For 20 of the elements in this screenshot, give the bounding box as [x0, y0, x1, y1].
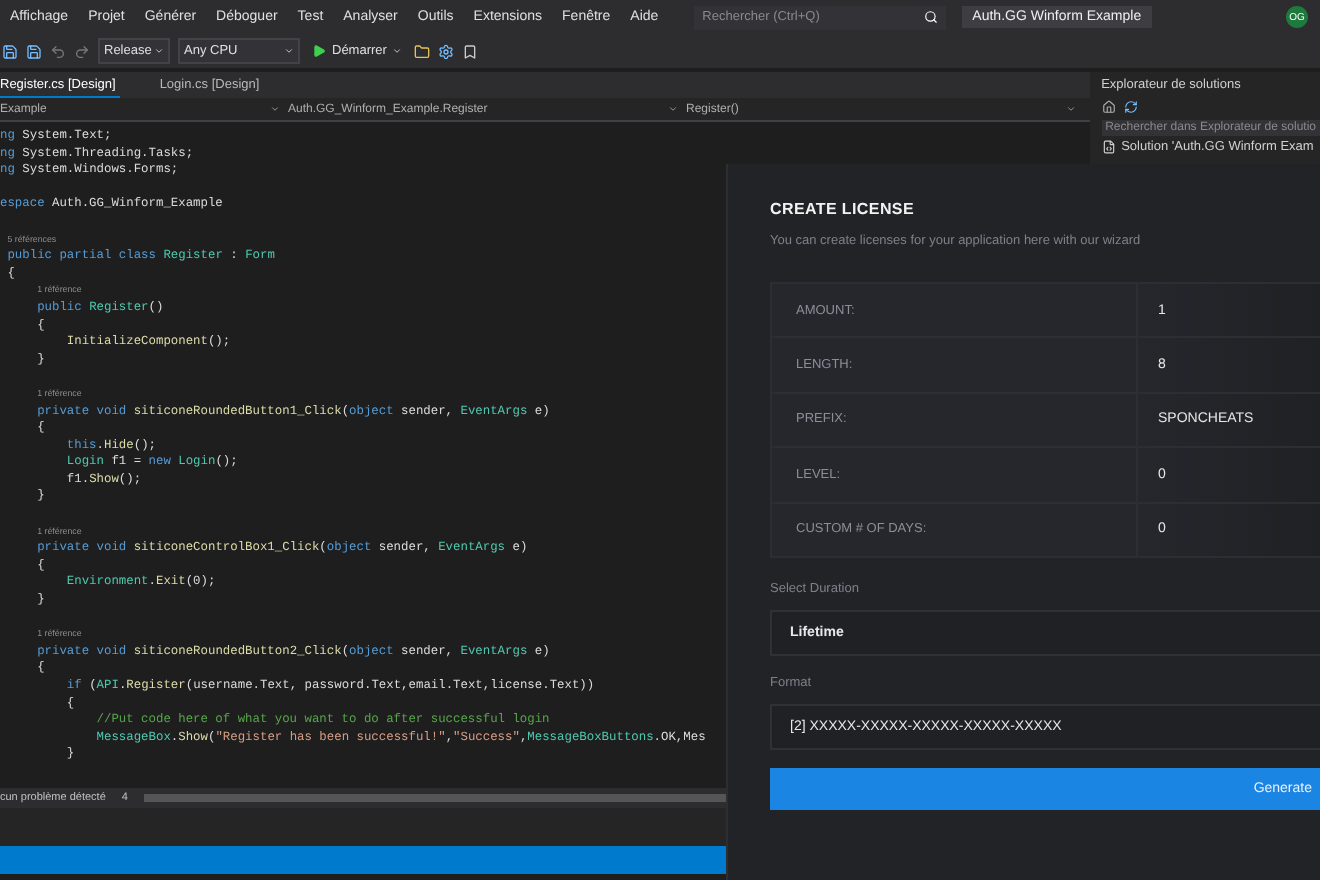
- chevron-down-icon: [154, 46, 164, 56]
- settings-icon[interactable]: [438, 43, 455, 59]
- bookmark-icon[interactable]: [462, 43, 479, 59]
- home-icon[interactable]: [1101, 99, 1116, 113]
- save-icon[interactable]: [26, 43, 42, 59]
- chevron-down-icon: [668, 104, 678, 114]
- horizontal-scrollbar[interactable]: [143, 794, 730, 802]
- refresh-icon[interactable]: [1123, 99, 1138, 113]
- file-icon: [1101, 140, 1116, 154]
- panel-title: CREATE LICENSE: [770, 200, 916, 218]
- chevron-down-icon: [284, 46, 294, 56]
- play-icon: [312, 44, 326, 58]
- folder-icon[interactable]: [414, 43, 431, 59]
- chevron-down-icon: [270, 104, 280, 114]
- redo-icon[interactable]: [74, 43, 90, 59]
- chevron-down-icon: [1066, 104, 1076, 114]
- save-icon[interactable]: [2, 43, 18, 59]
- chevron-down-icon: [392, 46, 403, 56]
- search-icon: [924, 10, 939, 24]
- undo-icon[interactable]: [50, 43, 66, 59]
